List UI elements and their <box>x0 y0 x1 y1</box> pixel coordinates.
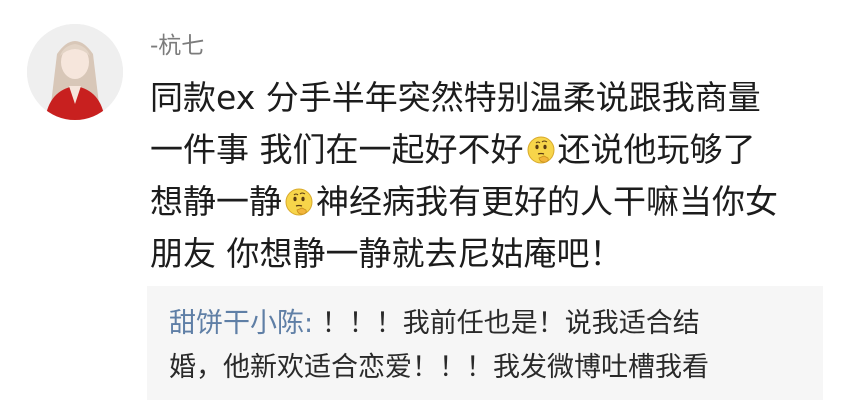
reply-text-segment: ！！！我前任也是！说我适合结 <box>313 308 700 339</box>
comment-text-segment: 神经病我有更好的人干嘛当你女 <box>316 182 778 221</box>
comment-text-segment: 朋友 你想静一静就去尼姑庵吧！ <box>150 234 623 273</box>
username[interactable]: -杭七 <box>150 26 204 60</box>
reply-line: 婚，他新欢适合恋爱！！！我发微博吐槽我看 <box>169 346 809 390</box>
comment-text-segment: 想静一静 <box>150 182 282 221</box>
reply-author[interactable]: 甜饼干小陈: <box>169 308 313 339</box>
comment-card: -杭七 同款ex 分手半年突然特别温柔说跟我商量 一件事 我们在一起好不好 还说… <box>0 0 847 400</box>
thinking-face-icon <box>285 188 313 216</box>
comment-text-segment: 一件事 我们在一起好不好 <box>150 130 524 169</box>
reply-text: 甜饼干小陈: ！！！我前任也是！说我适合结 婚，他新欢适合恋爱！！！我发微博吐槽… <box>169 302 809 390</box>
comment-line: 朋友 你想静一静就去尼姑庵吧！ <box>150 228 840 280</box>
comment-text-segment: 同款ex 分手半年突然特别温柔说跟我商量 <box>150 78 761 117</box>
reply-text-segment: 婚，他新欢适合恋爱！！！我发微博吐槽我看 <box>169 352 709 383</box>
comment-line: 一件事 我们在一起好不好 还说他玩够了 <box>150 124 840 176</box>
comment-text: 同款ex 分手半年突然特别温柔说跟我商量 一件事 我们在一起好不好 还说他玩够了… <box>150 72 840 280</box>
avatar-girl-red-coat-icon <box>27 24 123 120</box>
comment-line: 同款ex 分手半年突然特别温柔说跟我商量 <box>150 72 840 124</box>
comment-text-segment: 还说他玩够了 <box>557 130 756 169</box>
reply-line: 甜饼干小陈: ！！！我前任也是！说我适合结 <box>169 302 809 346</box>
reply-box[interactable]: 甜饼干小陈: ！！！我前任也是！说我适合结 婚，他新欢适合恋爱！！！我发微博吐槽… <box>147 286 823 400</box>
thinking-face-icon <box>527 136 554 164</box>
avatar[interactable] <box>27 24 123 120</box>
comment-line: 想静一静 神经病我有更好的人干嘛当你女 <box>150 176 840 228</box>
